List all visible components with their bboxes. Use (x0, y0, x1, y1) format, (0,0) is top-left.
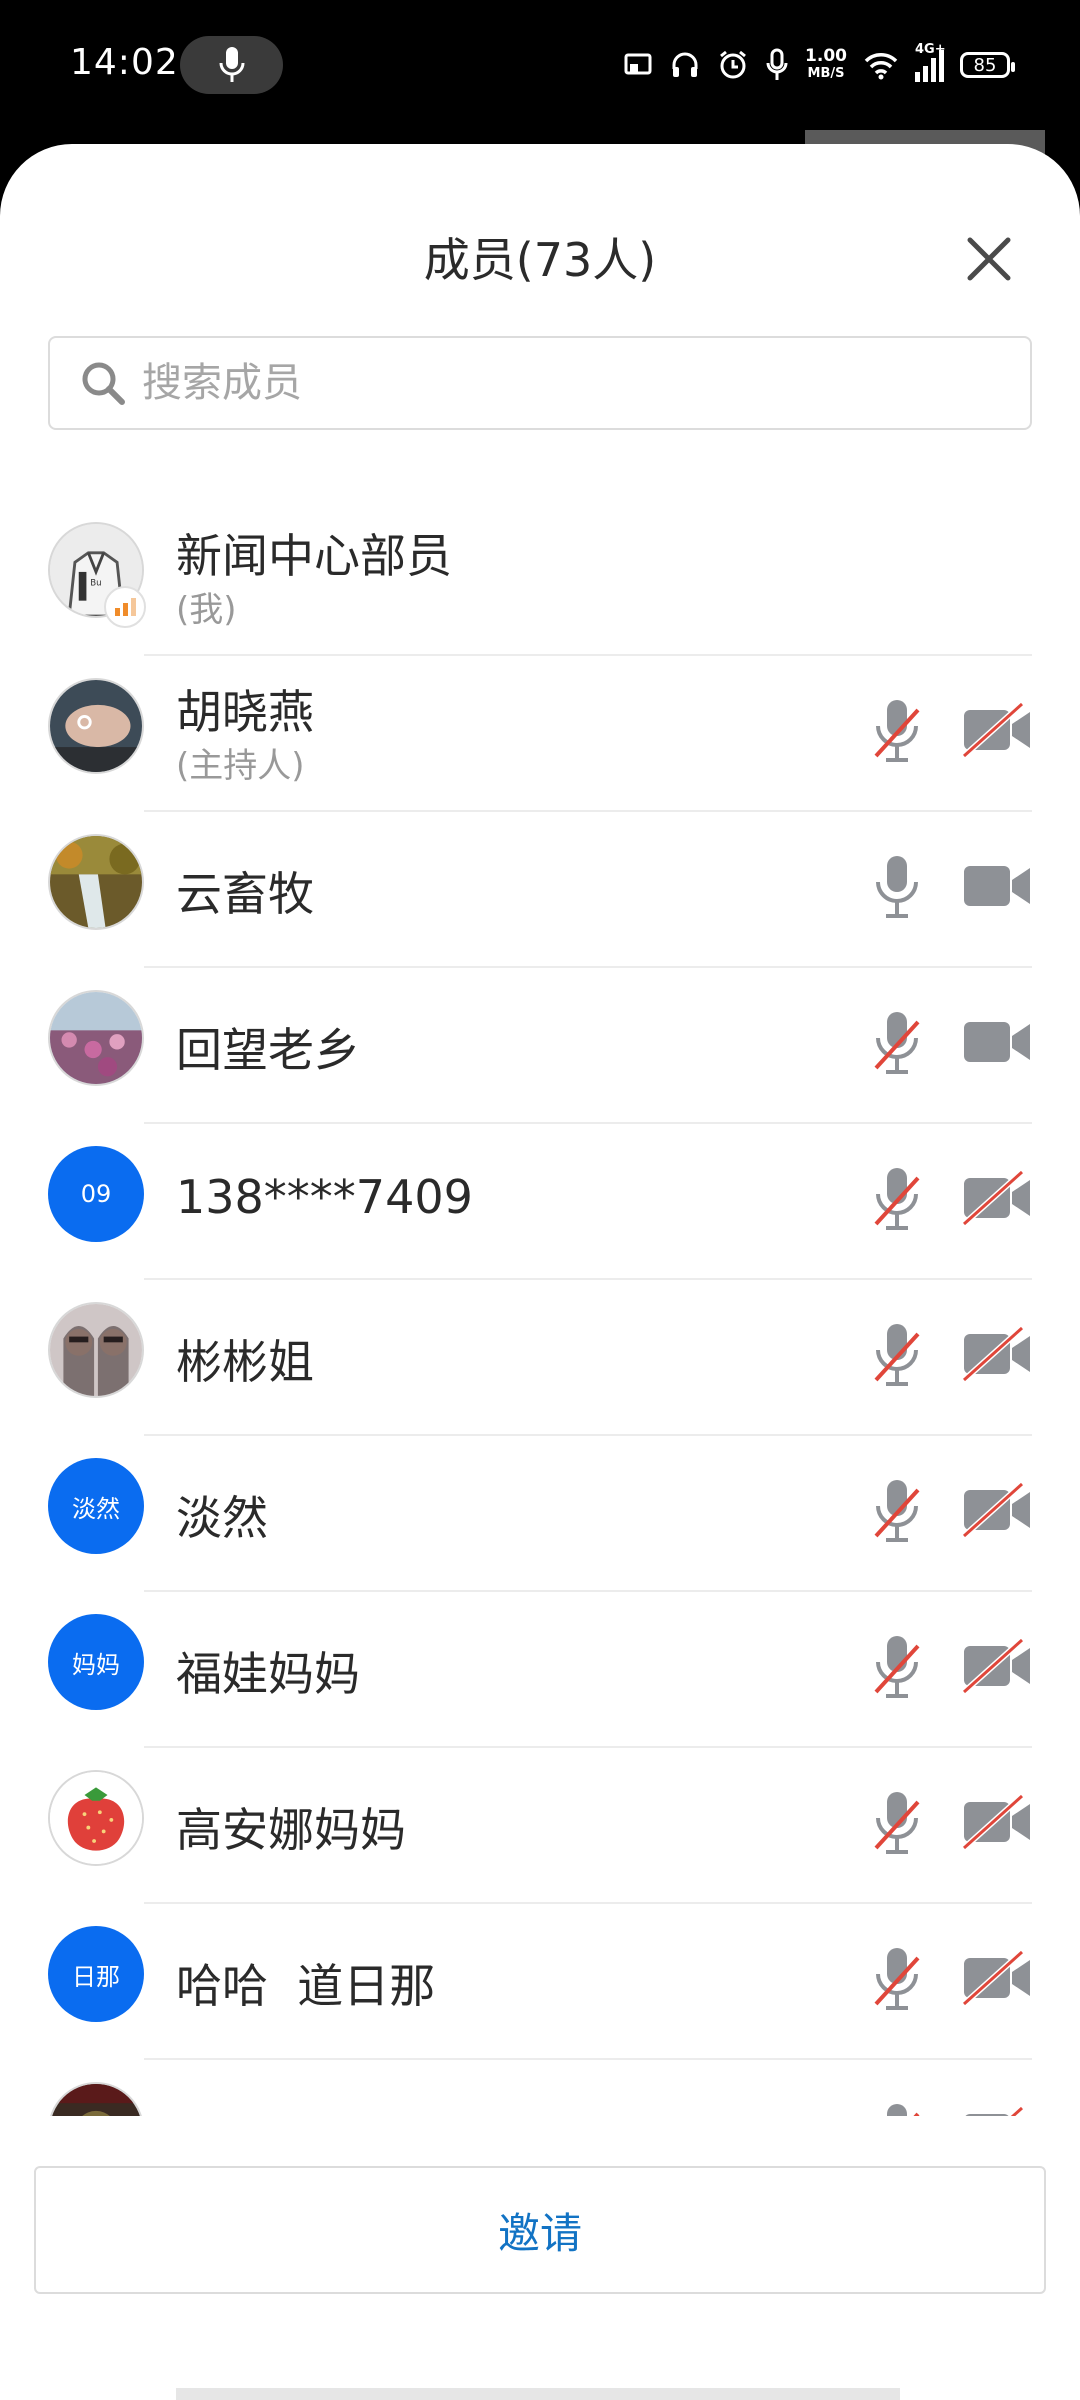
camera-off-icon[interactable] (962, 1950, 1032, 2006)
speed-unit: MB/S (807, 66, 845, 81)
mic-muted-icon[interactable] (872, 1164, 922, 1234)
member-row-self[interactable]: Bu 新闻中心部员 (我) (0, 500, 1080, 656)
avatar-initials: 09 (48, 1146, 144, 1242)
network-speed: 1.00 MB/S (805, 48, 847, 82)
camera-off-icon[interactable] (962, 702, 1032, 758)
avatar (48, 1302, 144, 1398)
headphones-icon (672, 52, 698, 77)
alarm-icon (720, 50, 746, 79)
status-time: 14:02 (70, 42, 179, 83)
member-row[interactable]: 回望老乡 (0, 968, 1080, 1124)
member-name: 138****7409 (176, 1170, 473, 1224)
member-row[interactable]: 09 138****7409 (0, 1124, 1080, 1280)
member-name: 回望老乡 (176, 1023, 360, 1077)
member-name: 福娃妈妈 (176, 1647, 360, 1701)
member-row[interactable]: 妈妈 福娃妈妈 (0, 1592, 1080, 1748)
camera-off-icon[interactable] (962, 1794, 1032, 1850)
member-row-host[interactable]: 胡晓燕 (主持人) (0, 656, 1080, 812)
member-list[interactable]: Bu 新闻中心部员 (我) 胡晓燕 (主持人) 云畜牧 回望老乡 09 138*… (0, 500, 1080, 2116)
wifi-icon (864, 53, 898, 80)
member-row[interactable]: 淡然 淡然 (0, 1436, 1080, 1592)
recording-mic-pill[interactable] (180, 36, 283, 94)
members-sheet: 成员(73人) Bu 新闻中心部员 (我) 胡晓燕 (主持人) (0, 144, 1080, 2400)
svg-text:Bu: Bu (90, 578, 101, 588)
avatar (48, 834, 144, 930)
mic-muted-icon[interactable] (872, 2100, 922, 2116)
mic-icon (219, 47, 244, 82)
battery-indicator: 85 (960, 52, 1015, 78)
camera-off-icon[interactable] (962, 1326, 1032, 1382)
camera-on-icon[interactable] (962, 858, 1032, 914)
camera-off-icon[interactable] (962, 1638, 1032, 1694)
network-type: 4G+ (915, 42, 946, 57)
mic-muted-icon[interactable] (872, 1788, 922, 1858)
strawberry-avatar-image (50, 1772, 142, 1864)
avatar (48, 990, 144, 1086)
bottom-edge (176, 2388, 900, 2400)
search-bar[interactable] (48, 336, 1032, 430)
status-bar: 14:02 1.00 MB/S 4G+ 85 (0, 0, 1080, 135)
camera-off-icon[interactable] (962, 1170, 1032, 1226)
mic-muted-icon[interactable] (872, 696, 922, 766)
avatar-image (50, 992, 142, 1084)
member-role: (我) (176, 590, 237, 630)
avatar-initials: 妈妈 (48, 1614, 144, 1710)
member-row[interactable]: 日那 哈哈 道日那 (0, 1904, 1080, 2060)
search-icon (82, 362, 125, 405)
avatar-initials: 日那 (48, 1926, 144, 2022)
avatar (48, 1770, 144, 1866)
member-row[interactable]: 云畜牧 (0, 812, 1080, 968)
speed-value: 1.00 (805, 46, 847, 66)
member-name: 胡晓燕 (176, 685, 314, 739)
member-name: 高安娜妈妈 (176, 1803, 406, 1857)
mic-muted-icon[interactable] (872, 1008, 922, 1078)
camera-off-icon[interactable] (962, 1482, 1032, 1538)
mic-muted-icon[interactable] (872, 1632, 922, 1702)
invite-button[interactable]: 邀请 (34, 2166, 1046, 2294)
avatar-image (50, 2084, 142, 2116)
member-role: (主持人) (176, 746, 305, 786)
member-name: 云畜牧 (176, 867, 314, 921)
sheet-title: 成员(73人) (423, 233, 657, 287)
close-button[interactable] (960, 230, 1018, 288)
member-name: 哈哈 道日那 (176, 1959, 436, 2013)
mic-muted-icon[interactable] (872, 1944, 922, 2014)
member-name: 新闻中心部员 (176, 529, 452, 583)
avatar (48, 2082, 144, 2116)
mic-muted-icon[interactable] (872, 1476, 922, 1546)
member-name: 彬彬姐 (176, 1335, 314, 1389)
member-row[interactable]: 彬彬姐 (0, 1280, 1080, 1436)
signal-badge (104, 586, 146, 628)
close-icon (967, 237, 1011, 281)
search-input[interactable] (140, 359, 984, 407)
mic-muted-icon[interactable] (872, 1320, 922, 1390)
member-row[interactable]: 舒 (0, 2060, 1080, 2116)
cellular-signal: 4G+ (915, 42, 946, 82)
member-name: 舒 (176, 2106, 222, 2116)
camera-on-icon[interactable] (962, 1014, 1032, 1070)
member-name: 淡然 (176, 1491, 268, 1545)
status-icons: 1.00 MB/S 4G+ 85 (623, 42, 1015, 88)
avatar-initials: 淡然 (48, 1458, 144, 1554)
screen-share-icon (624, 53, 652, 75)
avatar-image (50, 836, 142, 928)
camera-off-icon[interactable] (962, 2106, 1032, 2116)
avatar-image (50, 1304, 142, 1396)
avatar (48, 678, 144, 774)
member-row[interactable]: 高安娜妈妈 (0, 1748, 1080, 1904)
avatar-image (50, 680, 142, 772)
mic-on-icon[interactable] (872, 852, 922, 922)
mic-status-icon (766, 48, 788, 80)
